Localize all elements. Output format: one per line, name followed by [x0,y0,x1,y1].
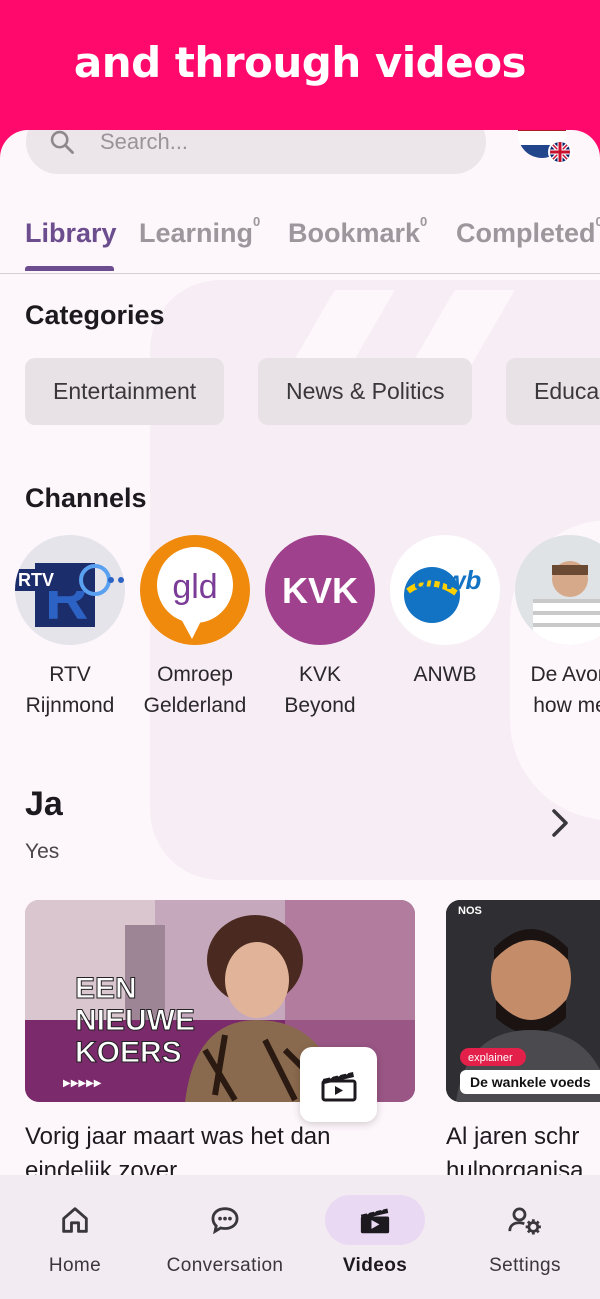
bottom-navigation: Home Conversation Videos Settings [0,1175,600,1299]
gld-logo-icon: gld [140,535,250,645]
clapperboard-icon [360,1206,390,1234]
clapperboard-icon [321,1068,356,1101]
chevron-right-icon[interactable] [545,805,575,841]
explainer-badge: explainer [468,1052,513,1064]
channel-name: ANWB [413,663,477,686]
nav-label: Conversation [166,1255,284,1276]
uk-flag-icon [548,140,572,164]
nav-label: Home [48,1255,102,1276]
overlay-text: NIEUWE [75,1004,195,1037]
home-icon [62,1207,88,1233]
nav-videos[interactable]: Videos [300,1175,450,1299]
nos-logo: NOS [458,905,482,917]
rtv-logo-icon: R RTV [15,535,125,645]
search-icon [50,130,74,154]
tab-learning[interactable]: Learning0 [139,214,260,249]
svg-text:RTV: RTV [18,570,54,590]
chat-icon [211,1207,239,1235]
nav-conversation[interactable]: Conversation [150,1175,300,1299]
video-type-button[interactable] [300,1047,377,1122]
categories-title: Categories [25,300,165,330]
play-dots: ▶▶▶▶▶ [63,1078,102,1089]
channel-rtv-rijnmond[interactable]: R RTV RTV Rijnmond [5,535,135,721]
channel-name: how me [533,694,600,717]
tab-bookmark[interactable]: Bookmark0 [288,214,427,249]
channel-kvk-beyond[interactable]: KVK KVK Beyond [255,535,385,721]
search-placeholder: Search... [100,130,189,154]
active-tab-indicator [25,266,114,271]
nav-label: Settings [489,1255,561,1276]
banner-text: and through videos [73,38,527,87]
channel-omroep-gelderland[interactable]: gld Omroep Gelderland [130,535,260,721]
search-input[interactable]: Search... [26,130,486,174]
user-settings-icon [508,1207,541,1235]
tab-bar: Library Learning0 Bookmark0 Completed0 [0,214,600,274]
promo-banner: and through videos [0,0,600,135]
channel-name: De Avon [530,663,600,686]
channel-name: Gelderland [143,694,247,717]
channel-name: Beyond [284,694,356,717]
channel-de-avond[interactable]: De Avon how me [505,535,600,721]
video-title[interactable]: Vorig jaar maart was het dan [25,1120,331,1154]
nav-label: Videos [342,1255,408,1276]
channel-name: KVK [298,663,342,686]
svg-text:KVK: KVK [282,570,358,611]
tab-completed[interactable]: Completed0 [456,214,600,249]
overlay-text: EEN [75,972,137,1005]
person-avatar [515,535,600,645]
svg-text:gld: gld [172,568,217,606]
video-caption: De wankele voeds [470,1074,591,1090]
anwb-logo-icon: anwb [390,535,500,645]
category-chip-entertainment[interactable]: Entertainment [25,358,225,425]
overlay-text: KOERS [75,1036,182,1069]
channel-name: RTV [49,663,91,686]
category-chip-education[interactable]: Educa [506,358,600,425]
section-subtitle: Yes [25,840,60,863]
channel-anwb[interactable]: anwb ANWB [380,535,510,690]
channel-name: Rijnmond [25,694,115,717]
kvk-logo-icon: KVK [265,535,375,645]
video-title[interactable]: Al jaren schr [446,1120,579,1154]
svg-text:anwb: anwb [415,565,482,595]
channel-name: Omroep [157,663,233,686]
section-title: Ja [25,785,63,823]
nav-home[interactable]: Home [0,1175,150,1299]
tab-library[interactable]: Library [25,218,117,249]
nav-settings[interactable]: Settings [450,1175,600,1299]
category-chip-news-politics[interactable]: News & Politics [258,358,473,425]
video-thumbnail[interactable]: NOS explainer De wankele voeds [446,900,600,1102]
app-screen: Search... Library Learning0 Bookmark0 Co… [0,130,600,1299]
channels-title: Channels [25,483,147,513]
